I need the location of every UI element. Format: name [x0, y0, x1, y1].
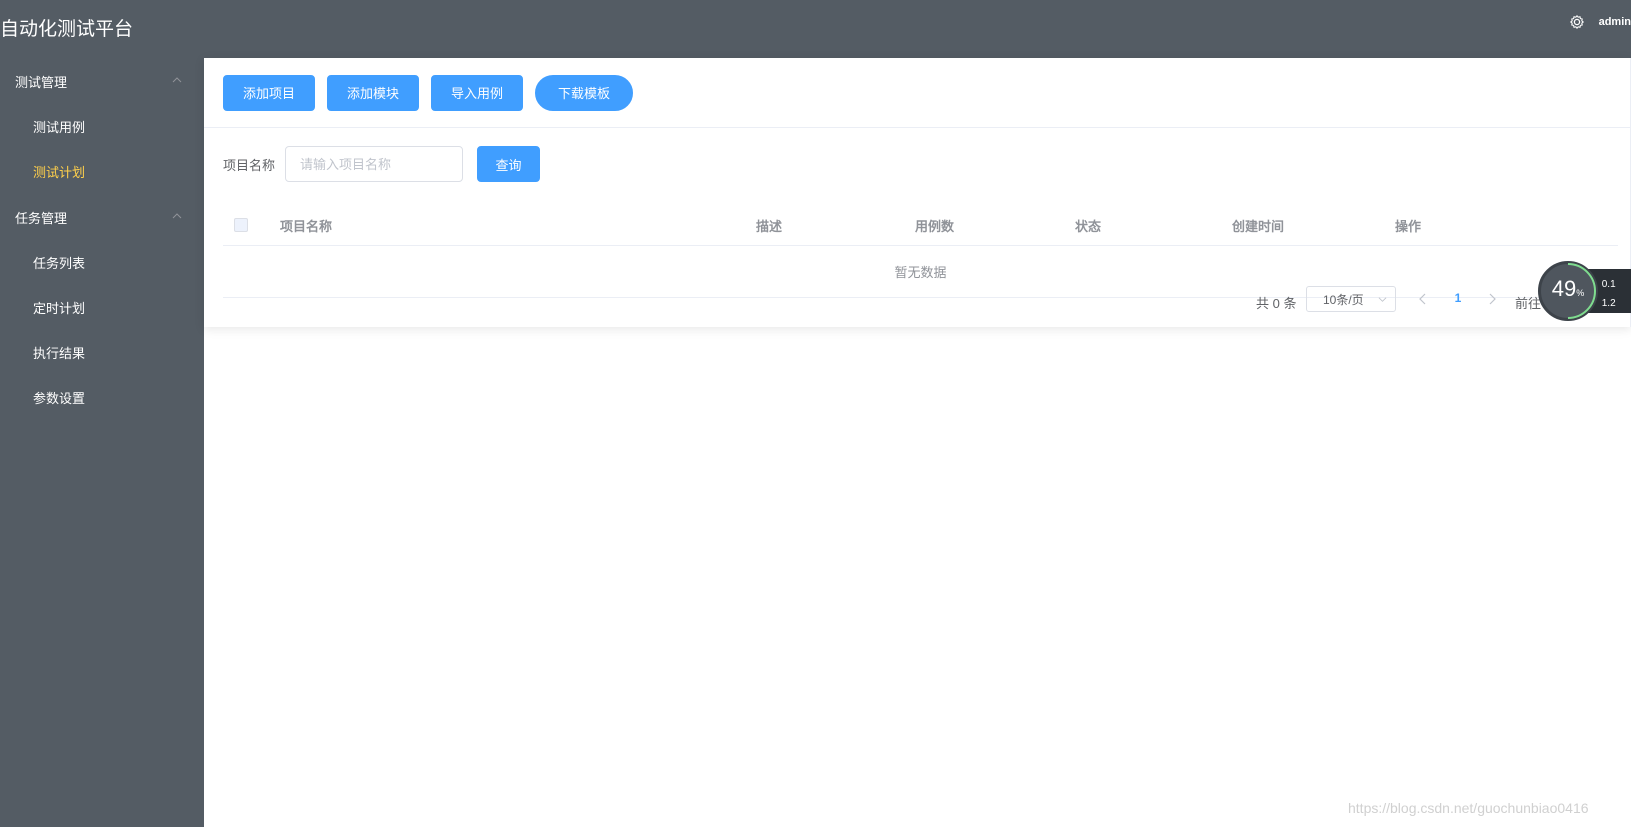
sidebar-item-test-plans[interactable]: 测试计划 — [0, 149, 204, 194]
project-name-input[interactable] — [285, 146, 464, 182]
page-number-current[interactable]: 1 — [1446, 291, 1470, 305]
import-cases-button[interactable]: 导入用例 — [431, 74, 524, 111]
pagination: 共 0 条 10条/页 1 前往 页 — [204, 286, 1631, 316]
select-all-checkbox[interactable] — [234, 218, 248, 232]
search-form: 项目名称 查询 — [223, 146, 541, 182]
add-module-button[interactable]: 添加模块 — [327, 74, 420, 111]
sidebar-ledge — [196, 430, 204, 827]
query-button[interactable]: 查询 — [477, 146, 541, 182]
download-speed: 1.2 — [1601, 297, 1616, 309]
main-panel: 添加项目 添加模块 导入用例 下载模板 项目名称 查询 项目名称 描述 用例数 … — [204, 58, 1631, 327]
sidebar-item-parameter-settings[interactable]: 参数设置 — [0, 375, 204, 420]
add-project-button[interactable]: 添加项目 — [223, 74, 316, 111]
user-name[interactable]: admin — [1599, 16, 1631, 28]
search-label: 项目名称 — [223, 157, 276, 173]
menu-group-task-management[interactable]: 任务管理 — [0, 194, 204, 240]
sidebar-item-label: 参数设置 — [33, 391, 86, 406]
network-speed-widget[interactable]: 🡩 0.1 🡫 1.2 49% — [1538, 261, 1631, 321]
gear-icon[interactable] — [1569, 14, 1585, 30]
page-size-select[interactable]: 10条/页 — [1306, 286, 1396, 312]
column-header-actions: 操作 — [1395, 219, 1422, 234]
column-header-status: 状态 — [1075, 219, 1102, 234]
column-header-case-count: 用例数 — [915, 219, 955, 234]
sidebar-item-task-list[interactable]: 任务列表 — [0, 240, 204, 285]
pagination-total: 共 0 条 — [1256, 296, 1297, 311]
menu-group-label: 任务管理 — [15, 210, 68, 226]
chevron-down-icon — [1378, 297, 1387, 302]
usage-percent: 49% — [1538, 276, 1598, 302]
sidebar-item-label: 测试用例 — [33, 120, 86, 135]
sidebar-item-label: 任务列表 — [33, 256, 86, 271]
column-header-description: 描述 — [756, 219, 783, 234]
sidebar-item-test-cases[interactable]: 测试用例 — [0, 104, 204, 149]
header-right: admin — [1569, 14, 1631, 30]
chevron-up-icon — [172, 77, 182, 83]
sidebar-item-label: 执行结果 — [33, 346, 86, 361]
top-header: 自动化测试平台 admin — [0, 0, 1631, 58]
sidebar-item-label: 定时计划 — [33, 301, 86, 316]
sidebar-item-label: 测试计划 — [33, 165, 86, 180]
next-page-icon[interactable] — [1484, 291, 1500, 307]
upload-speed: 0.1 — [1601, 278, 1616, 290]
table-header: 项目名称 描述 用例数 状态 创建时间 操作 — [223, 202, 1618, 246]
project-table: 项目名称 描述 用例数 状态 创建时间 操作 暂无数据 — [223, 202, 1618, 298]
toolbar: 添加项目 添加模块 导入用例 下载模板 — [204, 58, 1630, 128]
watermark: https://blog.csdn.net/guochunbiao0416 — [1348, 800, 1589, 816]
menu-group-test-management[interactable]: 测试管理 — [0, 58, 204, 104]
menu-group-label: 测试管理 — [15, 74, 68, 90]
download-template-button[interactable]: 下载模板 — [535, 74, 634, 111]
column-header-project-name: 项目名称 — [280, 219, 333, 234]
sidebar-item-scheduled-plans[interactable]: 定时计划 — [0, 285, 204, 330]
usage-percent-value: 49 — [1551, 276, 1577, 301]
page-size-value: 10条/页 — [1323, 292, 1364, 307]
sidebar-item-execution-results[interactable]: 执行结果 — [0, 330, 204, 375]
chevron-up-icon — [172, 213, 182, 219]
prev-page-icon[interactable] — [1415, 291, 1431, 307]
app-title: 自动化测试平台 — [0, 19, 134, 40]
column-header-created-time: 创建时间 — [1232, 219, 1285, 234]
usage-percent-unit: % — [1576, 288, 1585, 298]
sidebar: 测试管理 测试用例 测试计划 任务管理 任务列表 定时计划 执行结果 参数设置 — [0, 58, 204, 827]
